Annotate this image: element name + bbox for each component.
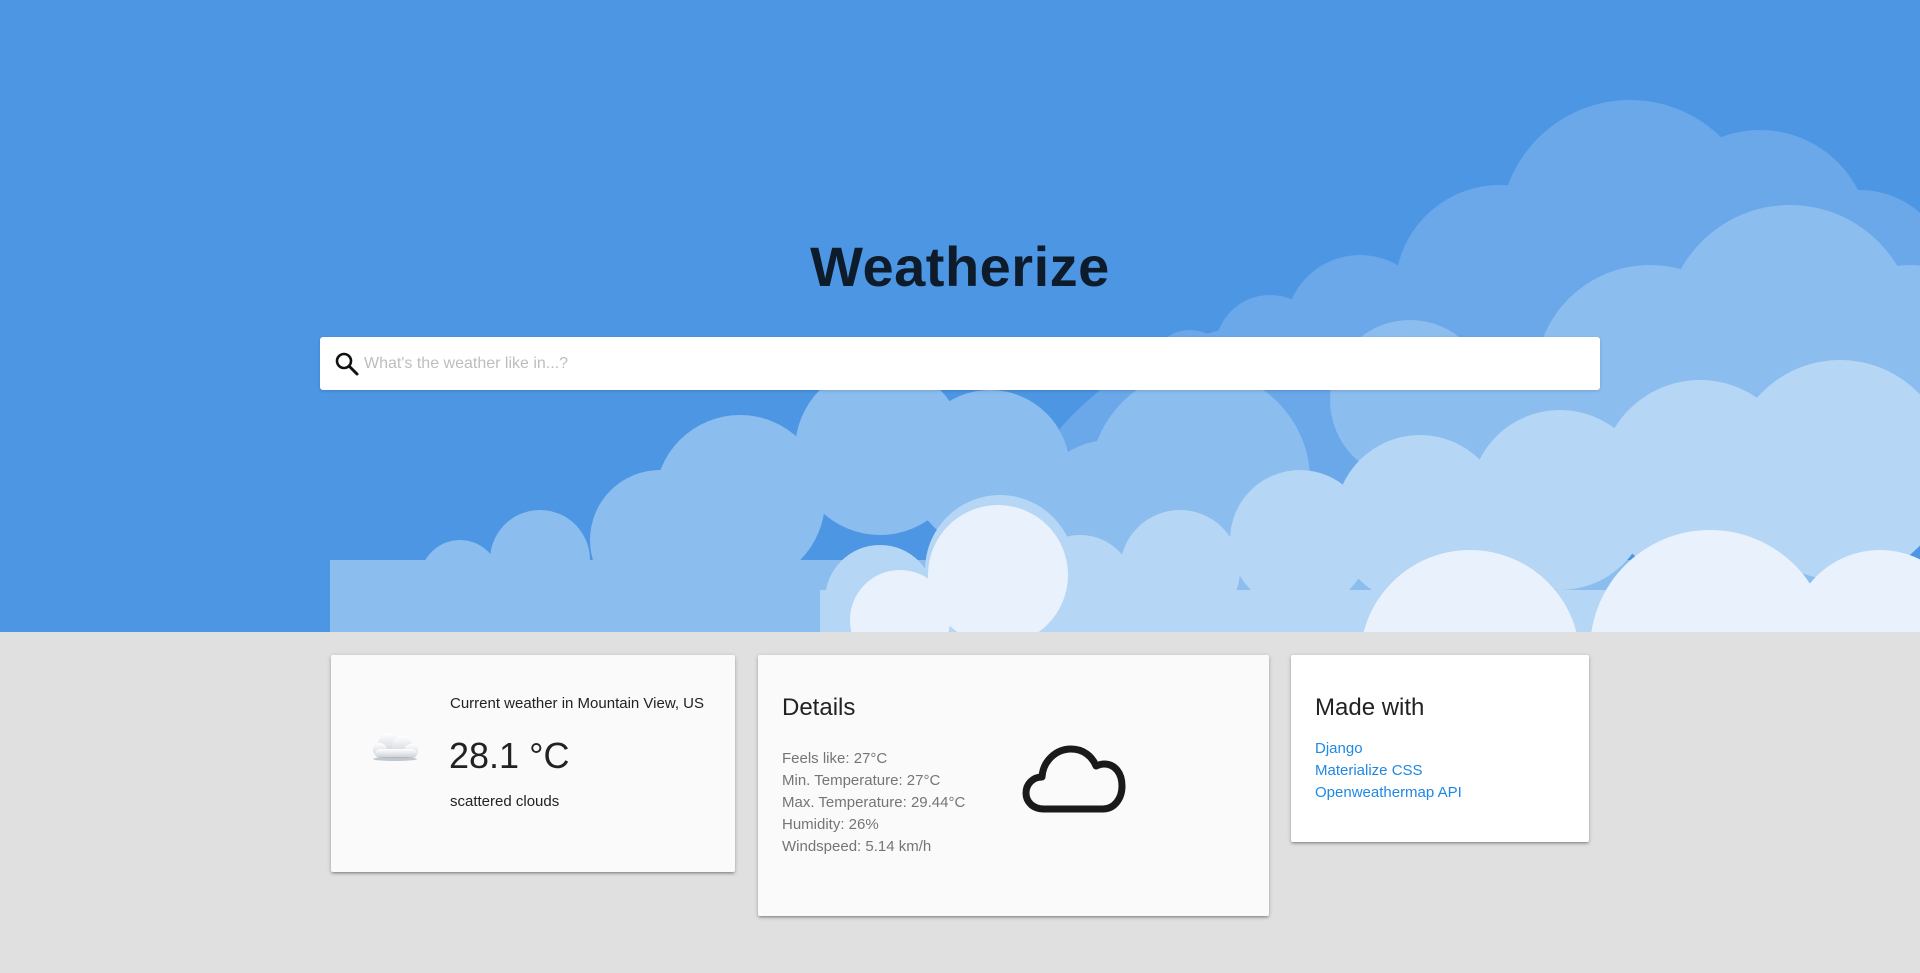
- link-openweathermap-api[interactable]: Openweathermap API: [1315, 784, 1462, 801]
- search-icon[interactable]: [332, 349, 362, 379]
- hero-banner: Weatherize: [0, 0, 1920, 632]
- detail-max-temp: Max. Temperature: 29.44°C: [782, 794, 966, 811]
- link-materialize-css[interactable]: Materialize CSS: [1315, 762, 1423, 779]
- app-title: Weatherize: [810, 235, 1110, 298]
- clouds-background: [330, 100, 1920, 632]
- current-description: scattered clouds: [450, 793, 560, 810]
- cloud-outline-icon: [1022, 745, 1126, 813]
- made-with-card: Made with Django Materialize CSS Openwea…: [1291, 655, 1589, 842]
- search-bar[interactable]: [320, 337, 1600, 390]
- details-card: Details Feels like: 27°C Min. Temperatur…: [758, 655, 1269, 916]
- cloud-icon: [373, 733, 418, 761]
- detail-humidity: Humidity: 26%: [782, 816, 879, 833]
- detail-feels-like: Feels like: 27°C: [782, 750, 888, 767]
- current-temperature: 28.1 °C: [449, 735, 570, 776]
- search-input[interactable]: [364, 337, 1584, 390]
- made-with-links: Django Materialize CSS Openweathermap AP…: [1315, 738, 1462, 804]
- made-with-item: Materialize CSS: [1315, 760, 1462, 782]
- details-title: Details: [782, 694, 856, 721]
- current-location: Current weather in Mountain View, US: [450, 695, 705, 712]
- link-django[interactable]: Django: [1315, 740, 1363, 757]
- made-with-title: Made with: [1315, 694, 1425, 721]
- detail-min-temp: Min. Temperature: 27°C: [782, 772, 941, 789]
- made-with-item: Django: [1315, 738, 1462, 760]
- made-with-item: Openweathermap API: [1315, 782, 1462, 804]
- detail-windspeed: Windspeed: 5.14 km/h: [782, 838, 932, 855]
- current-weather-card: Current weather in Mountain View, US 28.…: [331, 655, 735, 872]
- details-list: Feels like: 27°C Min. Temperature: 27°C …: [782, 748, 965, 858]
